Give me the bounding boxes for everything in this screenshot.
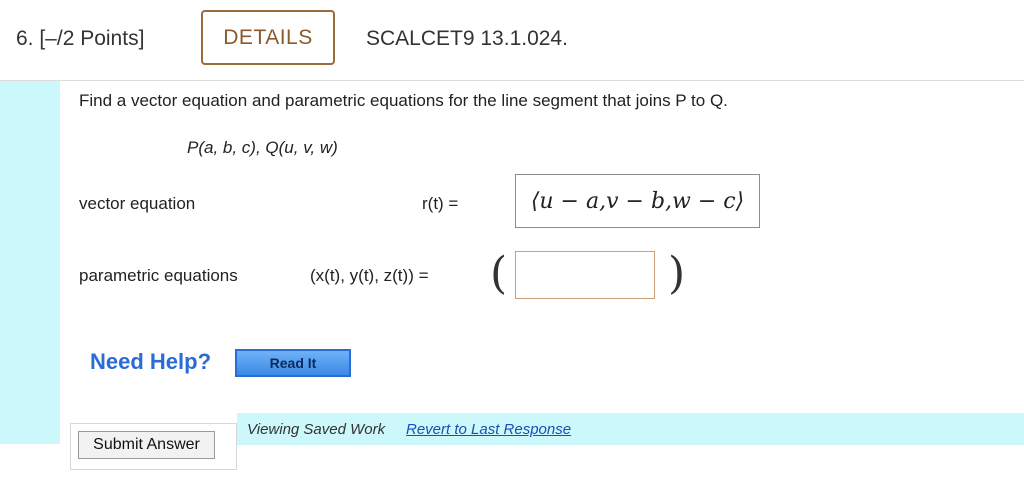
course-code: SCALCET9 13.1.024. [366, 27, 568, 50]
question-points-label: 6. [–/2 Points] [16, 27, 145, 50]
vector-equation-lhs: r(t) = [422, 194, 459, 213]
submit-answer-button[interactable]: Submit Answer [78, 431, 215, 459]
left-paren: ( [490, 248, 508, 299]
problem-prompt: Find a vector equation and parametric eq… [79, 91, 728, 110]
vector-equation-label: vector equation [79, 194, 196, 213]
vector-equation-answer[interactable]: ⟨u − a,v − b,w − c⟩ [515, 174, 760, 228]
right-paren: ) [668, 248, 686, 299]
left-margin-band [0, 81, 60, 444]
parametric-equations-input[interactable] [515, 251, 655, 299]
parametric-equations-lhs: (x(t), y(t), z(t)) = [310, 266, 429, 285]
points-definition: P(a, b, c), Q(u, v, w) [187, 138, 338, 157]
need-help-label: Need Help? [90, 349, 212, 374]
details-button[interactable]: DETAILS [201, 10, 335, 65]
revert-to-last-response-link[interactable]: Revert to Last Response [406, 421, 571, 438]
question-header: 6. [–/2 Points] DETAILS SCALCET9 13.1.02… [0, 0, 1024, 81]
read-it-button[interactable]: Read It [235, 349, 351, 377]
parametric-equations-label: parametric equations [79, 266, 238, 285]
viewing-saved-work-text: Viewing Saved Work [247, 421, 386, 438]
